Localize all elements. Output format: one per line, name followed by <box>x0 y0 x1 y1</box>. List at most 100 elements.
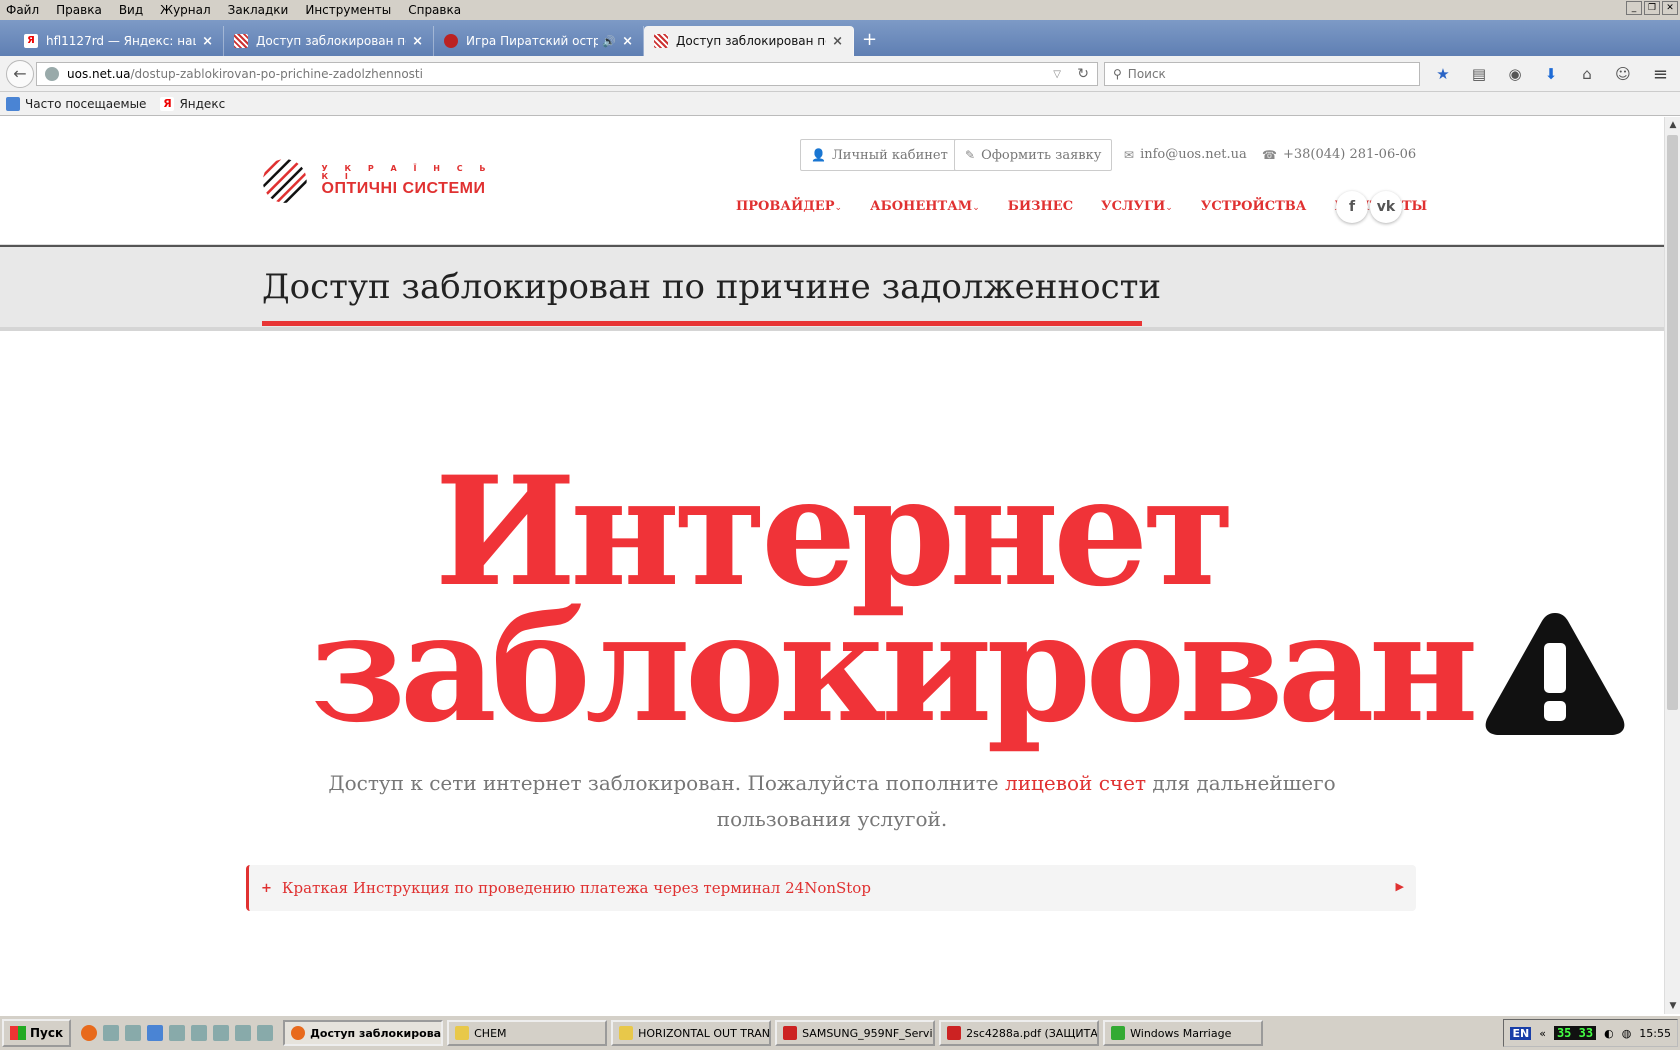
bookmarks-list-icon[interactable]: ▤ <box>1468 64 1490 84</box>
tool-icon[interactable] <box>125 1025 142 1041</box>
vk-icon[interactable]: vk <box>1370 191 1402 223</box>
home-icon[interactable]: ⌂ <box>1576 64 1598 84</box>
pocket-icon[interactable]: ◉ <box>1504 64 1526 84</box>
nav-business[interactable]: БИЗНЕС <box>1008 199 1073 214</box>
site-info-icon[interactable] <box>45 67 59 81</box>
nav-provider[interactable]: ПРОВАЙДЕР⌄ <box>736 199 842 214</box>
yandex-icon: Я <box>160 96 175 111</box>
page-scrollbar[interactable]: ▲ ▼ <box>1664 117 1680 1014</box>
order-label: Оформить заявку <box>981 147 1102 163</box>
task-samsung[interactable]: SAMSUNG_959NF_Servic... <box>775 1020 936 1046</box>
title-underline <box>262 321 1142 326</box>
tray-app-icon[interactable]: ◐ <box>1604 1027 1614 1040</box>
task-horizontal[interactable]: HORIZONTAL OUT TRAN... <box>611 1020 772 1046</box>
most-visited-icon <box>6 96 20 111</box>
bookmark-most-visited[interactable]: Часто посещаемые <box>6 96 147 111</box>
close-tab-icon[interactable]: × <box>202 34 213 49</box>
page-viewport: У К Р А Ї Н С Ь К І ОПТИЧНІ СИСТЕМИ 👤 Ли… <box>0 117 1664 1014</box>
payment-instructions-accordion[interactable]: + Краткая Инструкция по проведению плате… <box>246 865 1416 911</box>
app-icon[interactable] <box>257 1025 274 1041</box>
bookmark-label: Часто посещаемые <box>25 96 147 111</box>
envelope-icon: ✉ <box>1124 147 1135 162</box>
close-tab-icon[interactable]: × <box>832 34 843 49</box>
task-firefox[interactable]: Доступ заблокирова... <box>283 1020 444 1046</box>
pdf-icon <box>783 1026 798 1040</box>
restore-button[interactable]: ❐ <box>1644 1 1660 15</box>
close-window-button[interactable]: ✕ <box>1662 1 1678 15</box>
tab-blocked-1[interactable]: Доступ заблокирован по пр... × <box>224 26 434 56</box>
app-icon[interactable] <box>235 1025 252 1041</box>
tray-app-icon[interactable]: ◍ <box>1622 1027 1632 1040</box>
nav-subscribers[interactable]: АБОНЕНТАМ⌄ <box>870 199 980 214</box>
tab-title: hfl1127rd — Яндекс: нашлос... <box>46 34 196 48</box>
back-button[interactable]: ← <box>6 60 34 88</box>
site-logo[interactable]: У К Р А Ї Н С Ь К І ОПТИЧНІ СИСТЕМИ <box>262 153 502 209</box>
close-tab-icon[interactable]: × <box>622 34 633 49</box>
menu-edit[interactable]: Правка <box>56 3 111 17</box>
page-title-band: Доступ заблокирован по причине задолженн… <box>0 245 1664 331</box>
account-link[interactable]: лицевой счет <box>1005 771 1146 795</box>
menu-bar: Файл Правка Вид Журнал Закладки Инструме… <box>0 0 1680 20</box>
task-windows-marriage[interactable]: Windows Marriage <box>1103 1020 1264 1046</box>
header-email[interactable]: ✉ info@uos.net.ua <box>1124 147 1247 162</box>
cabinet-label: Личный кабинет <box>831 147 948 163</box>
app-icon[interactable] <box>169 1025 186 1041</box>
tray-expand-icon[interactable]: « <box>1539 1027 1546 1040</box>
app-icon[interactable] <box>213 1025 230 1041</box>
app-icon[interactable] <box>147 1025 164 1041</box>
search-input[interactable]: ⚲ Поиск <box>1104 62 1420 86</box>
personal-cabinet-button[interactable]: 👤 Личный кабинет <box>800 139 959 171</box>
task-label: SAMSUNG_959NF_Servic... <box>802 1026 936 1040</box>
firefox-icon[interactable] <box>81 1025 98 1041</box>
menu-help[interactable]: Справка <box>408 3 470 17</box>
menu-history[interactable]: Журнал <box>160 3 220 17</box>
menu-view[interactable]: Вид <box>119 3 152 17</box>
header-phone[interactable]: ☎ +38(044) 281-06-06 <box>1262 147 1416 162</box>
url-dropdown-icon[interactable]: ▽ <box>1053 69 1061 80</box>
logo-line1: У К Р А Ї Н С Ь К І <box>321 164 493 181</box>
phone-text: +38(044) 281-06-06 <box>1282 147 1417 162</box>
facebook-icon[interactable]: f <box>1336 191 1368 223</box>
clock[interactable]: 15:55 <box>1639 1027 1671 1040</box>
app-icon[interactable] <box>191 1025 208 1041</box>
nav-services[interactable]: УСЛУГИ⌄ <box>1101 199 1173 214</box>
folder-icon <box>455 1026 470 1040</box>
speaker-icon[interactable]: 🔊 <box>602 35 616 48</box>
start-label: Пуск <box>30 1026 64 1040</box>
tab-game[interactable]: Игра Пиратский остров ... 🔊 × <box>434 26 644 56</box>
nav-devices[interactable]: УСТРОЙСТВА <box>1201 199 1307 214</box>
firefox-icon <box>291 1026 306 1040</box>
scroll-up-icon[interactable]: ▲ <box>1665 117 1680 133</box>
task-label: CHEM <box>474 1026 507 1040</box>
scroll-thumb[interactable] <box>1667 135 1678 710</box>
tab-yandex[interactable]: Я hfl1127rd — Яндекс: нашлос... × <box>14 26 224 56</box>
download-icon[interactable]: ⬇ <box>1540 64 1562 84</box>
task-pdf[interactable]: 2sc4288a.pdf (ЗАЩИТА... <box>939 1020 1100 1046</box>
tab-blocked-active[interactable]: Доступ заблокирован по пр... × <box>644 26 854 56</box>
new-tab-button[interactable]: + <box>862 26 877 56</box>
tray-counter: 35 33 <box>1553 1026 1597 1040</box>
reload-icon[interactable]: ↻ <box>1077 66 1089 82</box>
page-title: Доступ заблокирован по причине задолженн… <box>262 267 1162 307</box>
task-chem[interactable]: CHEM <box>447 1020 608 1046</box>
bookmark-yandex[interactable]: Я Яндекс <box>160 96 225 111</box>
menu-file[interactable]: Файл <box>6 3 48 17</box>
menu-hamburger-icon[interactable]: ≡ <box>1653 64 1668 85</box>
bookmark-star-icon[interactable]: ★ <box>1432 64 1454 84</box>
minimize-button[interactable]: _ <box>1626 1 1642 15</box>
menu-tools[interactable]: Инструменты <box>305 3 400 17</box>
url-host: uos.net.ua <box>67 67 131 81</box>
yandex-icon: Я <box>24 34 38 48</box>
quick-launch <box>81 1025 274 1041</box>
order-button[interactable]: ✎ Оформить заявку <box>954 139 1113 171</box>
logo-mark-icon <box>262 159 307 203</box>
menu-bookmarks[interactable]: Закладки <box>228 3 298 17</box>
language-indicator[interactable]: EN <box>1510 1026 1532 1040</box>
chat-icon[interactable]: ☺ <box>1612 64 1634 84</box>
scroll-down-icon[interactable]: ▼ <box>1665 998 1680 1014</box>
start-button[interactable]: Пуск <box>2 1019 72 1047</box>
chevron-down-icon: ⌄ <box>834 203 843 213</box>
url-bar[interactable]: uos.net.ua/dostup-zablokirovan-po-prichi… <box>36 62 1098 86</box>
close-tab-icon[interactable]: × <box>412 34 423 49</box>
notepad-icon[interactable] <box>103 1025 120 1041</box>
